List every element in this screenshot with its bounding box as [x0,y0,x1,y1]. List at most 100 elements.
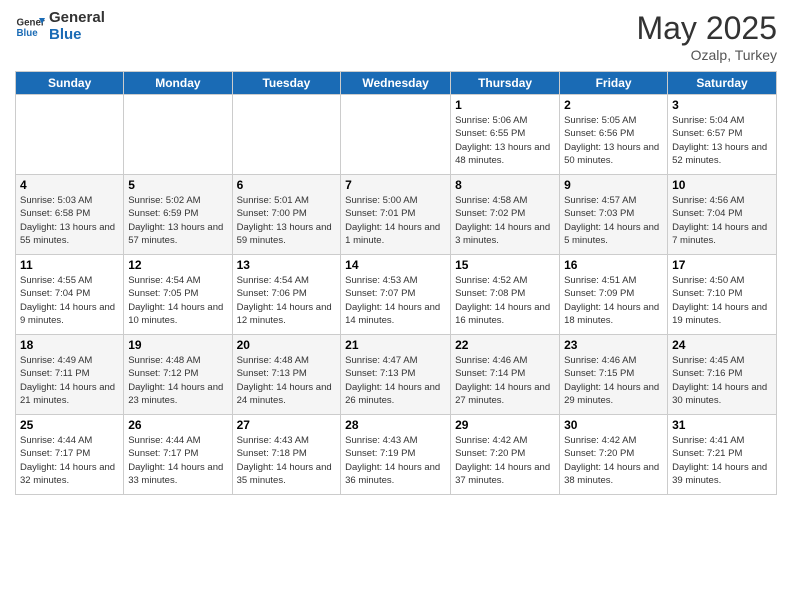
calendar-cell: 20 Sunrise: 4:48 AM Sunset: 7:13 PM Dayli… [232,335,341,415]
header: General Blue General Blue May 2025 Ozalp… [15,10,777,63]
title-block: May 2025 Ozalp, Turkey [636,10,777,63]
weekday-header-sunday: Sunday [16,72,124,95]
day-info: Sunrise: 4:46 AM Sunset: 7:14 PM Dayligh… [455,354,555,407]
day-number: 12 [128,258,227,272]
weekday-header-thursday: Thursday [451,72,560,95]
day-number: 2 [564,98,663,112]
day-number: 19 [128,338,227,352]
day-number: 8 [455,178,555,192]
day-info: Sunrise: 4:43 AM Sunset: 7:19 PM Dayligh… [345,434,446,487]
calendar-row-2: 4 Sunrise: 5:03 AM Sunset: 6:58 PM Daylig… [16,175,777,255]
day-number: 18 [20,338,119,352]
day-info: Sunrise: 5:06 AM Sunset: 6:55 PM Dayligh… [455,114,555,167]
day-number: 31 [672,418,772,432]
day-info: Sunrise: 4:54 AM Sunset: 7:05 PM Dayligh… [128,274,227,327]
calendar-row-5: 25 Sunrise: 4:44 AM Sunset: 7:17 PM Dayli… [16,415,777,495]
logo-blue: Blue [49,27,105,44]
calendar-row-3: 11 Sunrise: 4:55 AM Sunset: 7:04 PM Dayli… [16,255,777,335]
calendar-cell: 18 Sunrise: 4:49 AM Sunset: 7:11 PM Dayli… [16,335,124,415]
day-info: Sunrise: 4:56 AM Sunset: 7:04 PM Dayligh… [672,194,772,247]
day-info: Sunrise: 4:58 AM Sunset: 7:02 PM Dayligh… [455,194,555,247]
calendar-cell: 11 Sunrise: 4:55 AM Sunset: 7:04 PM Dayli… [16,255,124,335]
day-info: Sunrise: 4:55 AM Sunset: 7:04 PM Dayligh… [20,274,119,327]
calendar-cell: 3 Sunrise: 5:04 AM Sunset: 6:57 PM Daylig… [668,95,777,175]
page: General Blue General Blue May 2025 Ozalp… [0,0,792,612]
day-info: Sunrise: 4:53 AM Sunset: 7:07 PM Dayligh… [345,274,446,327]
day-info: Sunrise: 4:48 AM Sunset: 7:13 PM Dayligh… [237,354,337,407]
day-number: 15 [455,258,555,272]
calendar-row-1: 1 Sunrise: 5:06 AM Sunset: 6:55 PM Daylig… [16,95,777,175]
weekday-header-tuesday: Tuesday [232,72,341,95]
calendar-cell: 15Sunrise: 4:52 AM Sunset: 7:08 PM Dayli… [451,255,560,335]
calendar-cell: 26 Sunrise: 4:44 AM Sunset: 7:17 PM Dayli… [124,415,232,495]
day-number: 13 [237,258,337,272]
calendar-cell: 6Sunrise: 5:01 AM Sunset: 7:00 PM Daylig… [232,175,341,255]
day-number: 1 [455,98,555,112]
calendar-row-4: 18 Sunrise: 4:49 AM Sunset: 7:11 PM Dayli… [16,335,777,415]
day-info: Sunrise: 4:44 AM Sunset: 7:17 PM Dayligh… [128,434,227,487]
day-number: 22 [455,338,555,352]
day-number: 7 [345,178,446,192]
day-number: 10 [672,178,772,192]
calendar-cell: 31 Sunrise: 4:41 AM Sunset: 7:21 PM Dayli… [668,415,777,495]
logo: General Blue General Blue [15,10,105,43]
calendar-cell: 1 Sunrise: 5:06 AM Sunset: 6:55 PM Daylig… [451,95,560,175]
calendar: SundayMondayTuesdayWednesdayThursdayFrid… [15,71,777,495]
day-info: Sunrise: 4:50 AM Sunset: 7:10 PM Dayligh… [672,274,772,327]
calendar-cell: 25 Sunrise: 4:44 AM Sunset: 7:17 PM Dayli… [16,415,124,495]
day-info: Sunrise: 4:57 AM Sunset: 7:03 PM Dayligh… [564,194,663,247]
day-info: Sunrise: 4:49 AM Sunset: 7:11 PM Dayligh… [20,354,119,407]
day-number: 5 [128,178,227,192]
day-number: 29 [455,418,555,432]
logo-icon: General Blue [15,12,45,42]
calendar-cell: 9Sunrise: 4:57 AM Sunset: 7:03 PM Daylig… [560,175,668,255]
day-number: 3 [672,98,772,112]
calendar-cell: 22 Sunrise: 4:46 AM Sunset: 7:14 PM Dayli… [451,335,560,415]
weekday-header-friday: Friday [560,72,668,95]
calendar-cell: 24 Sunrise: 4:45 AM Sunset: 7:16 PM Dayli… [668,335,777,415]
day-info: Sunrise: 4:45 AM Sunset: 7:16 PM Dayligh… [672,354,772,407]
day-number: 11 [20,258,119,272]
calendar-cell: 30Sunrise: 4:42 AM Sunset: 7:20 PM Dayli… [560,415,668,495]
day-info: Sunrise: 4:41 AM Sunset: 7:21 PM Dayligh… [672,434,772,487]
day-info: Sunrise: 4:42 AM Sunset: 7:20 PM Dayligh… [564,434,663,487]
calendar-cell: 16 Sunrise: 4:51 AM Sunset: 7:09 PM Dayli… [560,255,668,335]
day-number: 16 [564,258,663,272]
day-info: Sunrise: 4:44 AM Sunset: 7:17 PM Dayligh… [20,434,119,487]
day-number: 26 [128,418,227,432]
day-info: Sunrise: 4:47 AM Sunset: 7:13 PM Dayligh… [345,354,446,407]
calendar-cell: 5Sunrise: 5:02 AM Sunset: 6:59 PM Daylig… [124,175,232,255]
calendar-cell: 21Sunrise: 4:47 AM Sunset: 7:13 PM Dayli… [341,335,451,415]
day-number: 20 [237,338,337,352]
calendar-cell: 27 Sunrise: 4:43 AM Sunset: 7:18 PM Dayli… [232,415,341,495]
weekday-header-wednesday: Wednesday [341,72,451,95]
day-info: Sunrise: 4:43 AM Sunset: 7:18 PM Dayligh… [237,434,337,487]
calendar-cell: 29 Sunrise: 4:42 AM Sunset: 7:20 PM Dayli… [451,415,560,495]
calendar-cell [341,95,451,175]
day-number: 14 [345,258,446,272]
day-info: Sunrise: 4:51 AM Sunset: 7:09 PM Dayligh… [564,274,663,327]
calendar-cell [16,95,124,175]
day-number: 17 [672,258,772,272]
calendar-cell: 12 Sunrise: 4:54 AM Sunset: 7:05 PM Dayli… [124,255,232,335]
day-info: Sunrise: 5:00 AM Sunset: 7:01 PM Dayligh… [345,194,446,247]
month-title: May 2025 [636,10,777,47]
day-info: Sunrise: 5:03 AM Sunset: 6:58 PM Dayligh… [20,194,119,247]
day-info: Sunrise: 4:46 AM Sunset: 7:15 PM Dayligh… [564,354,663,407]
day-number: 24 [672,338,772,352]
calendar-cell: 4 Sunrise: 5:03 AM Sunset: 6:58 PM Daylig… [16,175,124,255]
day-number: 27 [237,418,337,432]
calendar-cell [232,95,341,175]
calendar-cell: 2Sunrise: 5:05 AM Sunset: 6:56 PM Daylig… [560,95,668,175]
day-info: Sunrise: 4:42 AM Sunset: 7:20 PM Dayligh… [455,434,555,487]
day-info: Sunrise: 4:54 AM Sunset: 7:06 PM Dayligh… [237,274,337,327]
day-number: 28 [345,418,446,432]
day-number: 25 [20,418,119,432]
day-info: Sunrise: 5:04 AM Sunset: 6:57 PM Dayligh… [672,114,772,167]
weekday-header-saturday: Saturday [668,72,777,95]
calendar-cell: 8 Sunrise: 4:58 AM Sunset: 7:02 PM Daylig… [451,175,560,255]
calendar-cell [124,95,232,175]
calendar-cell: 14 Sunrise: 4:53 AM Sunset: 7:07 PM Dayli… [341,255,451,335]
day-number: 4 [20,178,119,192]
weekday-header-row: SundayMondayTuesdayWednesdayThursdayFrid… [16,72,777,95]
